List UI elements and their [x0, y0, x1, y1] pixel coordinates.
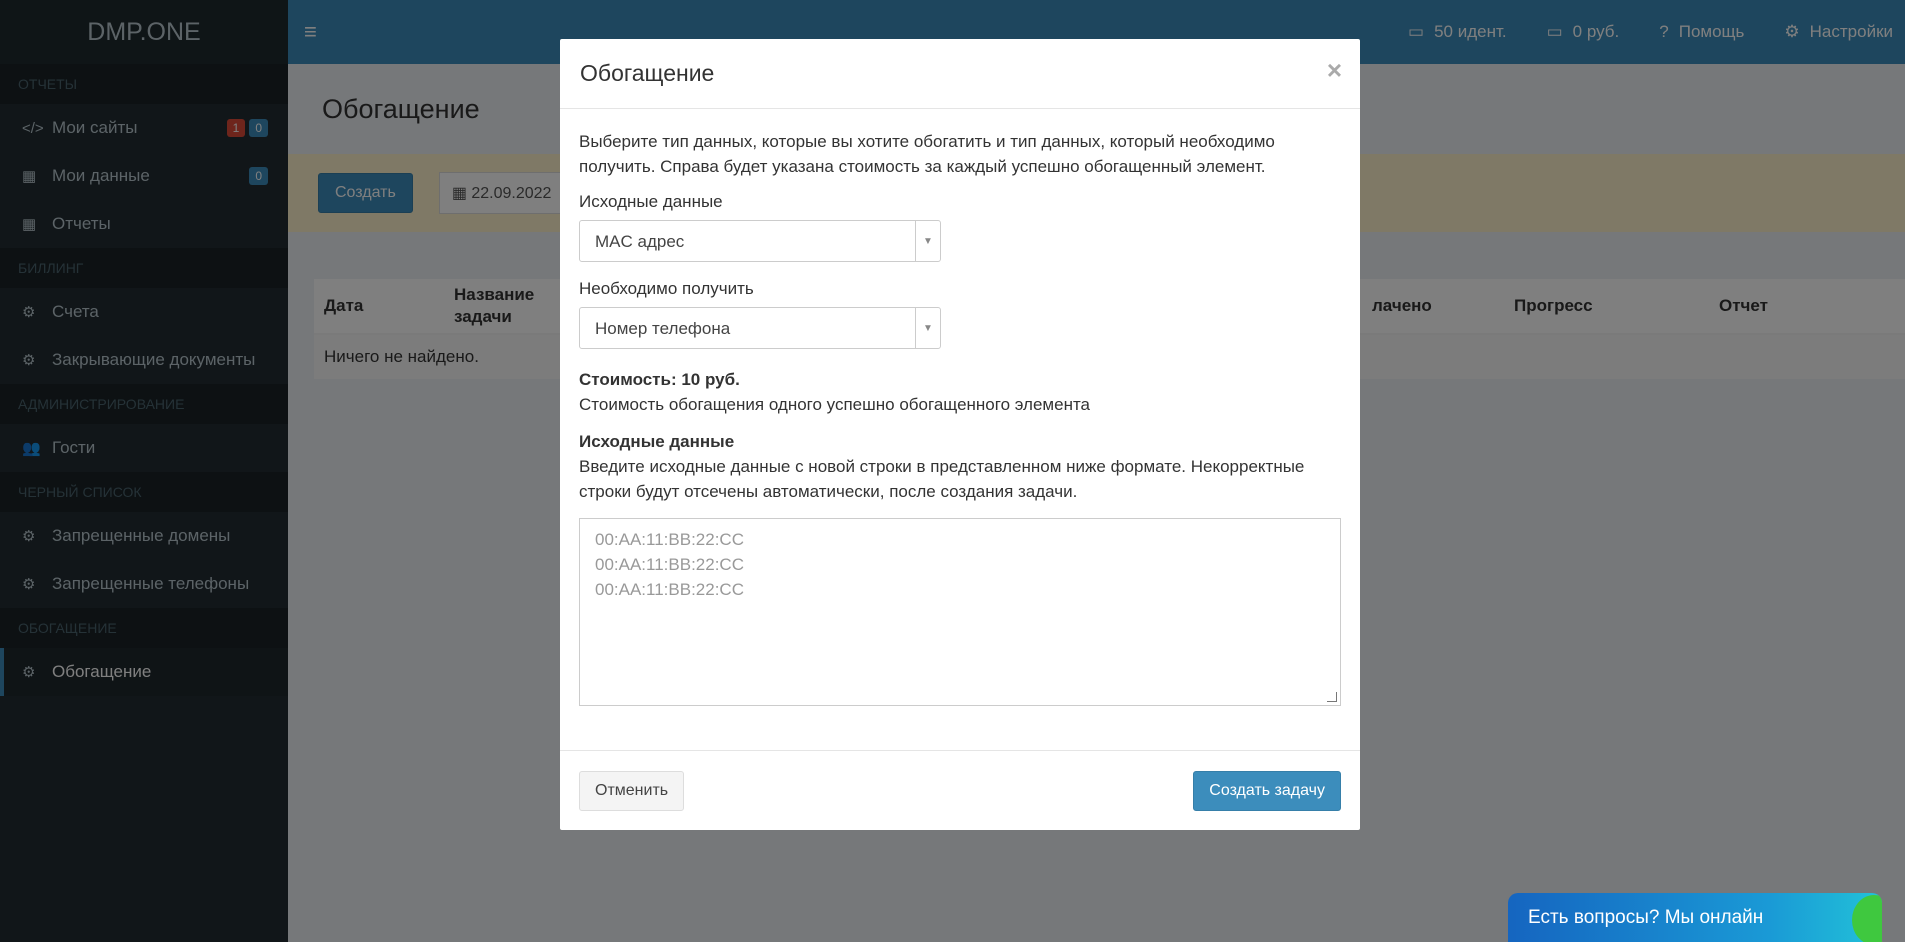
input-data-description: Введите исходные данные с новой строки в…: [579, 457, 1305, 501]
select-value: Номер телефона: [595, 318, 731, 338]
close-icon[interactable]: ×: [1327, 55, 1342, 86]
placeholder-line: 00:AA:11:BB:22:CC: [595, 555, 744, 574]
create-task-button[interactable]: Создать задачу: [1193, 770, 1341, 811]
source-type-label: Исходные данные: [579, 192, 723, 211]
intro-text: Выберите тип данных, которые вы хотите о…: [579, 132, 1275, 176]
chat-widget[interactable]: Есть вопросы? Мы онлайн: [1508, 893, 1882, 942]
cost-description: Стоимость обогащения одного успешно обог…: [579, 395, 1091, 414]
cancel-button[interactable]: Отменить: [579, 770, 685, 811]
modal-footer: Отменить Создать задачу: [560, 750, 1360, 830]
enrichment-modal: Обогащение × Выберите тип данных, которы…: [560, 39, 1360, 830]
modal-title: Обогащение: [580, 60, 715, 86]
modal-body: Выберите тип данных, которые вы хотите о…: [560, 109, 1360, 726]
target-type-label: Необходимо получить: [579, 279, 754, 298]
chat-widget-label: Есть вопросы? Мы онлайн: [1528, 906, 1764, 928]
input-data-title: Исходные данные: [579, 432, 735, 451]
select-value: MAC адрес: [595, 231, 685, 251]
resize-handle[interactable]: [1327, 692, 1337, 702]
online-indicator: [1852, 895, 1882, 942]
source-type-select[interactable]: MAC адрес ▼: [579, 220, 941, 262]
chevron-down-icon[interactable]: ▼: [915, 221, 940, 261]
source-data-textarea[interactable]: 00:AA:11:BB:22:CC 00:AA:11:BB:22:CC 00:A…: [579, 518, 1341, 706]
chevron-down-icon[interactable]: ▼: [915, 308, 940, 348]
modal-header: Обогащение ×: [560, 39, 1360, 109]
target-type-select[interactable]: Номер телефона ▼: [579, 307, 941, 349]
placeholder-line: 00:AA:11:BB:22:CC: [595, 530, 744, 549]
placeholder-line: 00:AA:11:BB:22:CC: [595, 580, 744, 599]
cost-title: Стоимость: 10 руб.: [579, 370, 740, 389]
